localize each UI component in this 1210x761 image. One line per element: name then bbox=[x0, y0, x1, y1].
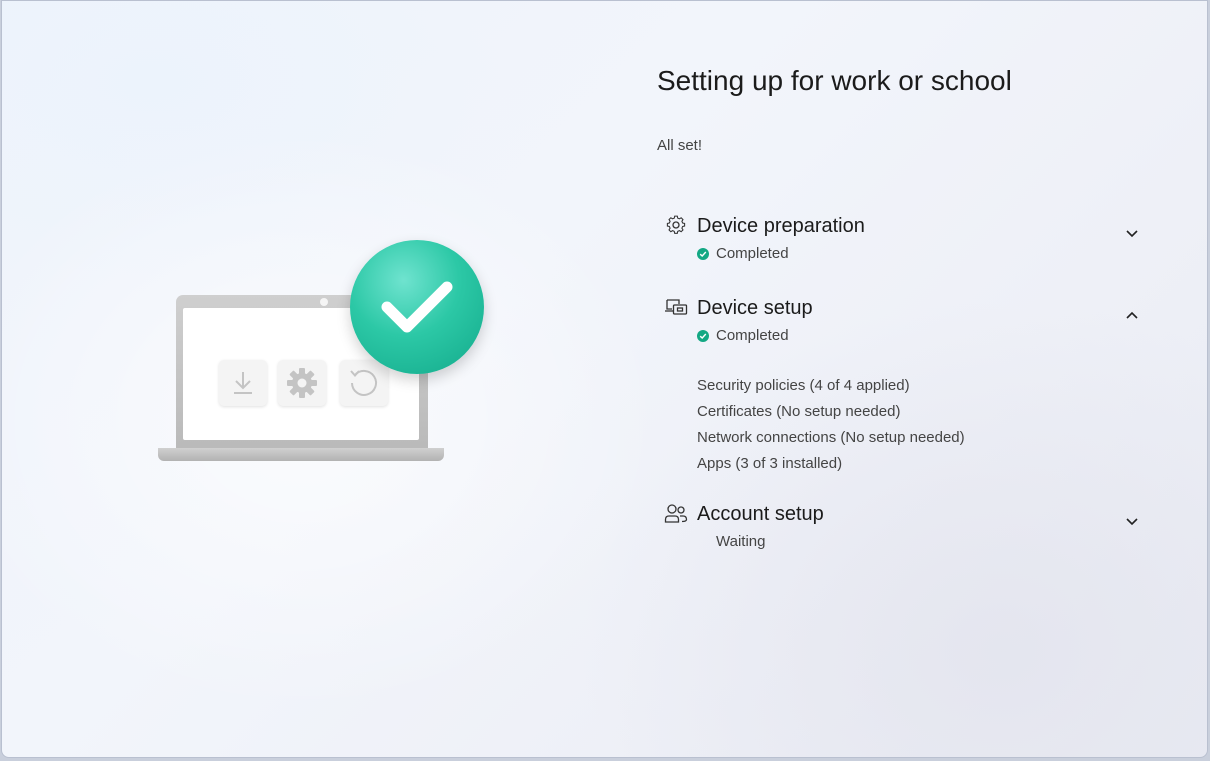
checkmark-status-icon bbox=[697, 247, 709, 260]
section-title: Account setup bbox=[697, 503, 824, 525]
section-status: Waiting bbox=[697, 533, 765, 550]
section-status: Completed bbox=[697, 245, 789, 262]
gear-icon bbox=[666, 215, 686, 234]
status-text: Waiting bbox=[716, 533, 766, 550]
laptop-base bbox=[158, 448, 444, 461]
section-account-setup: Account setup Waiting bbox=[664, 503, 1144, 550]
section-title: Device preparation bbox=[697, 215, 865, 237]
laptop-camera bbox=[320, 298, 328, 306]
status-text: Completed bbox=[716, 327, 789, 344]
section-title: Device setup bbox=[697, 297, 813, 319]
check-badge bbox=[350, 240, 484, 374]
section-device-preparation: Device preparation Completed bbox=[664, 215, 1144, 262]
checkmark-status-icon bbox=[697, 329, 709, 342]
section-header[interactable]: Device preparation bbox=[664, 215, 1144, 241]
refresh-icon bbox=[340, 360, 388, 406]
section-status: Completed bbox=[697, 327, 789, 344]
page-subtitle: All set! bbox=[657, 137, 703, 154]
section-header[interactable]: Device setup bbox=[664, 297, 1144, 323]
gear-icon bbox=[278, 360, 326, 406]
chevron-up-icon[interactable] bbox=[1122, 308, 1142, 324]
detail-item: Apps (3 of 3 installed) bbox=[697, 455, 843, 472]
check-icon bbox=[381, 281, 453, 333]
page-title: Setting up for work or school bbox=[657, 65, 1012, 96]
detail-item: Security policies (4 of 4 applied) bbox=[697, 377, 910, 394]
chevron-down-icon[interactable] bbox=[1122, 514, 1142, 530]
device-setup-icon bbox=[665, 299, 688, 315]
people-icon bbox=[664, 504, 688, 523]
setup-window: Setting up for work or school All set! D… bbox=[1, 0, 1208, 758]
setup-details-list: Security policies (4 of 4 applied) Certi… bbox=[697, 373, 965, 477]
status-text: Completed bbox=[716, 245, 789, 262]
detail-item: Network connections (No setup needed) bbox=[697, 429, 965, 446]
laptop-illustration bbox=[152, 236, 492, 471]
section-header[interactable]: Account setup bbox=[664, 503, 1144, 529]
chevron-down-icon[interactable] bbox=[1122, 226, 1142, 242]
download-icon bbox=[219, 360, 267, 406]
section-device-setup: Device setup Completed Security policies… bbox=[664, 297, 1144, 472]
detail-item: Certificates (No setup needed) bbox=[697, 403, 901, 420]
